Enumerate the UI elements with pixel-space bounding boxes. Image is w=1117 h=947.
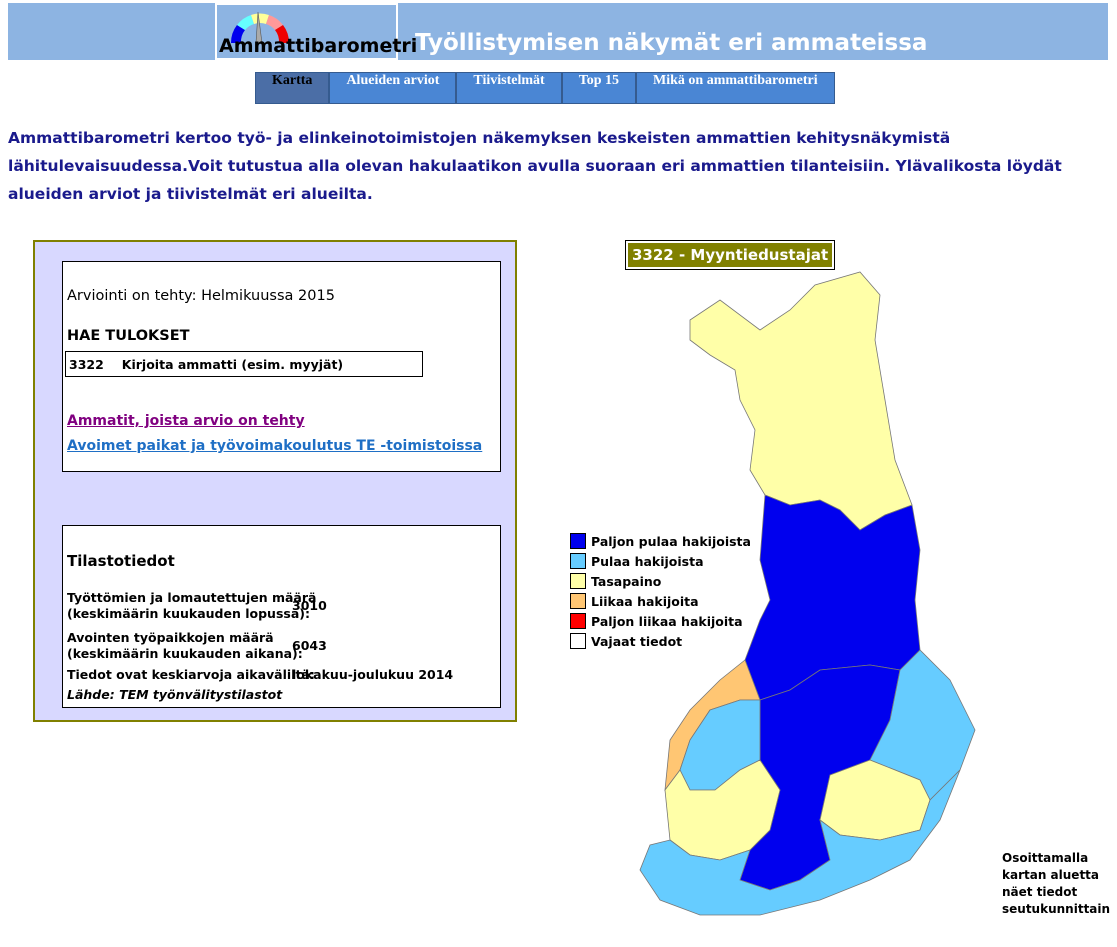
finland-map [639,271,976,916]
legend-item: Vajaat tiedot [570,631,751,651]
legend-item: Liikaa hakijoita [570,591,751,611]
legend-item: Paljon liikaa hakijoita [570,611,751,631]
map-hint: Osoittamalla kartan aluetta näet tiedot … [1002,851,1111,916]
map-legend: Paljon pulaa hakijoista Pulaa hakijoista… [570,531,751,651]
legend-item: Paljon pulaa hakijoista [570,531,751,551]
legend-item: Tasapaino [570,571,751,591]
region-lappi[interactable] [689,271,913,531]
legend-item: Pulaa hakijoista [570,551,751,571]
